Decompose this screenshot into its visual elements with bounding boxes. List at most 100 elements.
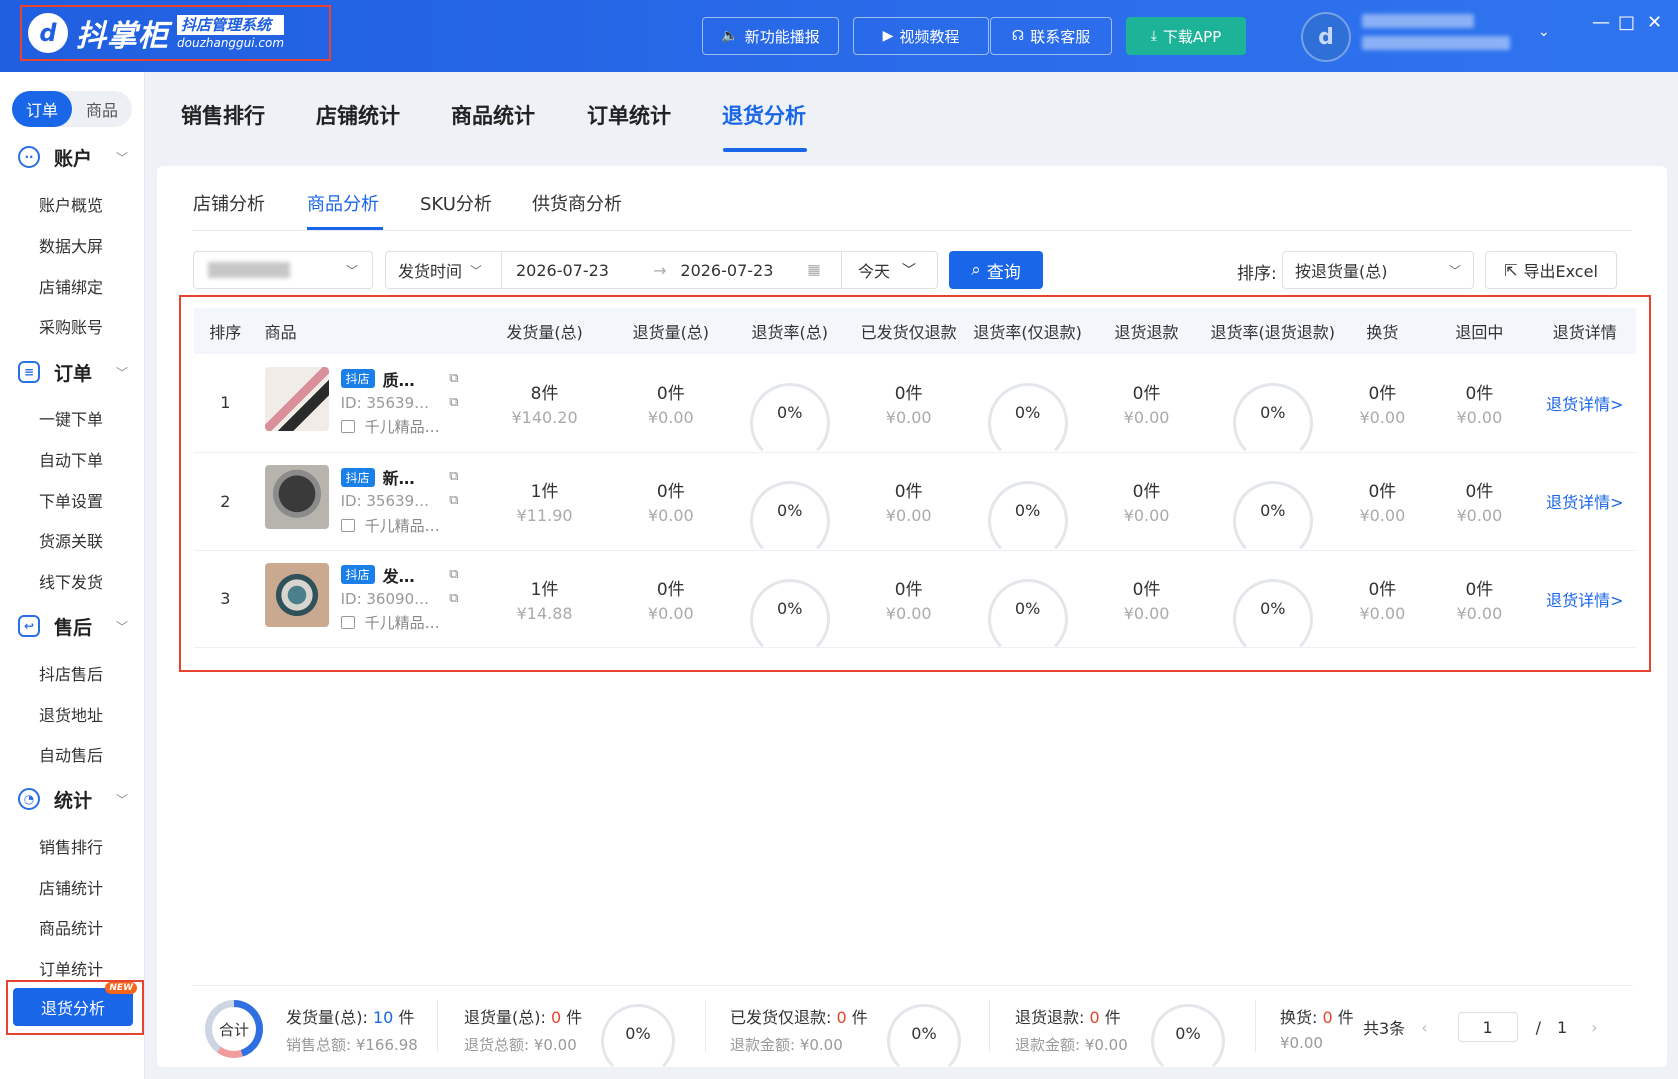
product-thumbnail[interactable] xyxy=(264,366,329,431)
sidebar-group-order[interactable]: ≡ 订单 ﹀ xyxy=(0,352,145,392)
query-button[interactable]: ⌕ 查询 xyxy=(949,251,1043,289)
product-thumbnail[interactable] xyxy=(264,562,329,627)
maximize-icon[interactable]: □ xyxy=(1618,12,1635,33)
sidebar-group-stats[interactable]: ◔ 统计 ﹀ xyxy=(0,779,145,819)
video-icon: ▶ xyxy=(882,28,894,44)
sidebar-item-auto-order[interactable]: 自动下单 xyxy=(39,447,103,471)
sidebar-item-return-analysis[interactable]: 退货分析 NEW xyxy=(13,982,137,1026)
new-features-button[interactable]: 🔈 新功能播报 xyxy=(702,17,839,55)
next-page-icon[interactable]: › xyxy=(1591,1018,1597,1037)
product-thumbnail[interactable] xyxy=(264,465,329,529)
quick-range-select[interactable]: 今天 ﹀ xyxy=(842,252,937,288)
product-name[interactable]: 质… xyxy=(383,367,415,391)
avatar[interactable]: d xyxy=(1301,12,1351,62)
ship-count: 10 xyxy=(372,1008,394,1027)
sidebar-item-purchase-account[interactable]: 采购账号 xyxy=(39,314,103,338)
shop-select[interactable]: ﹀ xyxy=(193,251,373,289)
sidebar-item-data-screen[interactable]: 数据大屏 xyxy=(39,233,103,257)
return-refund-cell: 0件 ¥0.00 xyxy=(1087,452,1207,551)
copy-icon[interactable]: ⧉ xyxy=(449,469,458,484)
account-dropdown-icon[interactable]: ⌄ xyxy=(1538,24,1550,40)
blurred-username xyxy=(1362,14,1474,28)
subtab-sku-analysis[interactable]: SKU分析 xyxy=(420,190,492,216)
copy-icon[interactable]: ⧉ xyxy=(449,591,458,606)
sort-select[interactable]: 按退货量(总) ﹀ xyxy=(1282,251,1474,289)
ship-amount: ¥140.20 xyxy=(511,407,578,427)
ship-cell: 8件 ¥140.20 xyxy=(477,354,612,453)
subtab-supplier-analysis[interactable]: 供货商分析 xyxy=(532,190,622,216)
product-name[interactable]: 发… xyxy=(383,563,415,587)
segment-order[interactable]: 订单 xyxy=(12,91,72,127)
sidebar-item-source-link[interactable]: 货源关联 xyxy=(39,528,103,552)
product-name[interactable]: 新… xyxy=(383,465,415,489)
header-exchange[interactable]: 换货 xyxy=(1339,308,1426,354)
export-excel-button[interactable]: ⇱ 导出Excel xyxy=(1485,251,1617,289)
sidebar-item-order-settings[interactable]: 下单设置 xyxy=(39,488,103,512)
exchange-amount: ¥0.00 xyxy=(1359,506,1406,525)
sidebar-item-offline-ship[interactable]: 线下发货 xyxy=(39,569,103,593)
sidebar-item-account-overview[interactable]: 账户概览 xyxy=(39,192,103,216)
sidebar: 订单 商品 ·· 账户 ﹀ 账户概览 数据大屏 店铺绑定 采购账号 ≡ 订单 ﹀… xyxy=(0,72,145,1079)
copy-icon[interactable]: ⧉ xyxy=(449,371,458,386)
chevron-down-icon: ﹀ xyxy=(1448,263,1461,278)
return-rate-value: 0% xyxy=(777,402,803,422)
video-tutorial-button[interactable]: ▶ 视频教程 xyxy=(853,17,989,55)
copy-icon[interactable]: ⧉ xyxy=(449,493,458,508)
header-ship-qty[interactable]: 发货量(总) xyxy=(477,308,612,354)
tab-product-stats[interactable]: 商品统计 xyxy=(451,100,535,130)
header-refund-rate[interactable]: 退货率(仅退款) xyxy=(968,308,1088,354)
start-date[interactable]: 2026-07-23 xyxy=(516,261,609,280)
product-cell: 抖店 质… ID: 35639… 千儿精品… ⧉ ⧉ xyxy=(256,354,478,453)
return-detail-link[interactable]: 退货详情> xyxy=(1546,395,1623,414)
exchange-cell: 0件 ¥0.00 xyxy=(1339,550,1426,648)
sidebar-item-product-stats[interactable]: 商品统计 xyxy=(39,915,103,939)
header-return-qty[interactable]: 退货量(总) xyxy=(611,308,731,354)
header-returning[interactable]: 退回中 xyxy=(1425,308,1534,354)
sidebar-item-shop-binding[interactable]: 店铺绑定 xyxy=(39,274,103,298)
sidebar-item-sales-ranking[interactable]: 销售排行 xyxy=(39,834,103,858)
header-refund-only[interactable]: 已发货仅退款 xyxy=(849,308,969,354)
prev-page-icon[interactable]: ‹ xyxy=(1421,1018,1427,1037)
sidebar-item-douyin-after-sale[interactable]: 抖店售后 xyxy=(39,661,103,685)
sidebar-item-order-stats[interactable]: 订单统计 xyxy=(39,956,103,980)
return-refund-qty: 0件 xyxy=(1132,579,1161,600)
tab-order-stats[interactable]: 订单统计 xyxy=(587,100,671,130)
return-detail-link[interactable]: 退货详情> xyxy=(1546,493,1623,512)
return-amount: ¥0.00 xyxy=(647,407,694,427)
subtab-product-analysis[interactable]: 商品分析 xyxy=(307,190,379,216)
sidebar-item-one-click-order[interactable]: 一键下单 xyxy=(39,406,103,430)
header-return-refund-rate[interactable]: 退货率(退货退款) xyxy=(1206,308,1340,354)
product-id: ID: 36090… xyxy=(340,589,430,608)
page-input[interactable]: 1 xyxy=(1457,1012,1518,1042)
return-refund-rate-value: 0% xyxy=(1175,1024,1201,1043)
minimize-icon[interactable]: — xyxy=(1592,12,1610,33)
date-type-select[interactable]: 发货时间 ﹀ xyxy=(386,252,502,288)
close-icon[interactable]: ✕ xyxy=(1647,12,1662,33)
segment-product[interactable]: 商品 xyxy=(72,91,132,127)
tab-shop-stats[interactable]: 店铺统计 xyxy=(316,100,400,130)
date-inputs[interactable]: 2026-07-23 → 2026-07-23 ▦ xyxy=(502,252,842,288)
sidebar-item-shop-stats[interactable]: 店铺统计 xyxy=(39,875,103,899)
header-return-refund[interactable]: 退货退款 xyxy=(1087,308,1207,354)
header-return-rate[interactable]: 退货率(总) xyxy=(730,308,850,354)
sidebar-group-after-sale[interactable]: ↩ 售后 ﹀ xyxy=(0,606,145,646)
contact-support-label: 联系客服 xyxy=(1030,27,1091,46)
sidebar-group-account[interactable]: ·· 账户 ﹀ xyxy=(0,137,145,177)
app-logo[interactable]: d 抖掌柜 抖店管理系统 douzhanggui.com xyxy=(20,5,331,61)
tab-sales-ranking[interactable]: 销售排行 xyxy=(181,100,265,130)
subtab-shop-analysis[interactable]: 店铺分析 xyxy=(193,190,265,216)
sidebar-item-return-address[interactable]: 退货地址 xyxy=(39,702,103,726)
search-icon: ⌕ xyxy=(971,260,981,280)
return-refund-qty: 0件 xyxy=(1132,383,1161,404)
return-detail-link[interactable]: 退货详情> xyxy=(1546,591,1623,610)
tab-return-analysis[interactable]: 退货分析 xyxy=(722,100,806,130)
copy-icon[interactable]: ⧉ xyxy=(449,395,458,410)
main-tabs: 销售排行 店铺统计 商品统计 订单统计 退货分析 xyxy=(146,72,1678,154)
return-refund-rate-gauge: 0% xyxy=(1151,1004,1225,1078)
contact-support-button[interactable]: ☊ 联系客服 xyxy=(990,17,1112,55)
end-date[interactable]: 2026-07-23 xyxy=(680,261,773,280)
copy-icon[interactable]: ⧉ xyxy=(449,567,458,582)
sidebar-item-auto-after-sale[interactable]: 自动售后 xyxy=(39,742,103,766)
download-app-button[interactable]: ⤓ 下载APP xyxy=(1126,17,1246,55)
return-refund-rate-cell: 0% xyxy=(1206,550,1340,659)
